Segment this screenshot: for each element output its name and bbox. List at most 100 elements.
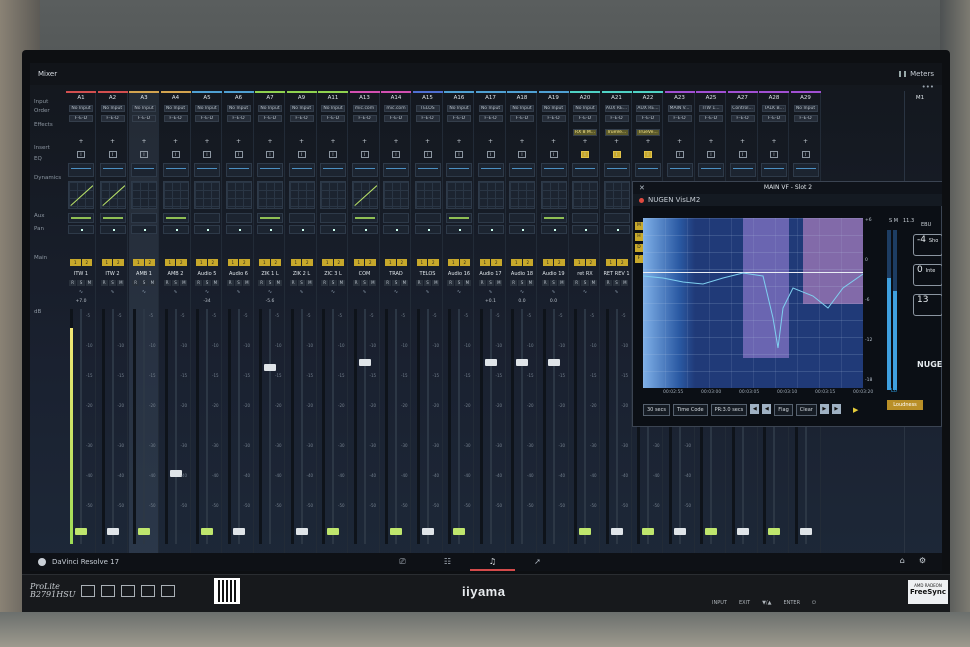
eq-thumbnail[interactable] (351, 163, 378, 177)
channel-name[interactable]: Audio 5 (192, 271, 222, 277)
mute-button[interactable]: M (432, 280, 440, 286)
range-button[interactable]: 30 secs (643, 404, 670, 416)
input-select[interactable]: No Input (132, 105, 156, 112)
eq-thumbnail[interactable] (131, 163, 157, 177)
aux-sends[interactable] (99, 213, 126, 223)
fader-handle[interactable] (421, 528, 434, 536)
eq-thumbnail[interactable] (792, 163, 819, 177)
record-button[interactable]: R (69, 280, 77, 286)
add-effect-icon[interactable]: + (391, 139, 401, 145)
input-select[interactable]: No Input (478, 105, 503, 112)
mute-button[interactable]: M (117, 280, 125, 286)
aux-sends[interactable] (509, 213, 535, 223)
fader-handle[interactable] (295, 528, 308, 536)
main-bus-button[interactable]: 2 (270, 259, 281, 266)
pan-control[interactable] (477, 225, 504, 234)
plugin-window[interactable]: MAIN VF - Slot 2 ✕ NUGEN VisLM2 M H D F … (632, 181, 942, 427)
eq-thumbnail[interactable] (698, 163, 724, 177)
eq-thumbnail[interactable] (761, 163, 787, 177)
insert-button[interactable]: I (455, 151, 463, 158)
automation-icon[interactable]: ∿ (454, 290, 464, 295)
flag-button[interactable]: Flag (774, 404, 793, 416)
main-bus-button[interactable]: 2 (554, 259, 565, 266)
add-effect-icon[interactable]: + (486, 139, 496, 145)
solo-button[interactable]: S (423, 280, 432, 286)
automation-icon[interactable]: ∿ (265, 290, 275, 295)
solo-button[interactable]: S (266, 280, 274, 286)
aux-sends[interactable] (603, 213, 630, 223)
main-bus-button[interactable]: 1 (416, 259, 427, 266)
tab-media-icon[interactable]: ⎚ (380, 553, 425, 571)
main-bus-button[interactable]: 1 (290, 259, 301, 266)
insert-button[interactable]: I (612, 151, 621, 158)
tab-fairlight-icon[interactable]: ♫ (470, 553, 515, 571)
aux-sends[interactable] (288, 213, 315, 223)
aux-sends[interactable] (540, 213, 567, 223)
order-select[interactable]: F-E-D (415, 115, 440, 122)
add-effect-icon[interactable]: + (360, 139, 370, 145)
insert-button[interactable]: I (329, 151, 337, 158)
main-bus-button[interactable]: 2 (207, 259, 218, 266)
main-bus-button[interactable]: 2 (176, 259, 187, 266)
channel-name[interactable]: Audio 17 (476, 271, 506, 277)
mute-button[interactable]: M (180, 280, 188, 286)
channel-name[interactable]: TRAD (381, 271, 411, 277)
mute-button[interactable]: M (337, 280, 345, 286)
tab-deliver-icon[interactable]: ➚ (515, 553, 560, 571)
channel-name[interactable]: ITW 1 (66, 271, 96, 277)
main-bus-button[interactable]: 1 (574, 259, 585, 266)
channel-name[interactable]: ITW 2 (98, 271, 128, 277)
eq-thumbnail[interactable] (194, 163, 220, 177)
pan-control[interactable] (288, 225, 315, 234)
eq-thumbnail[interactable] (572, 163, 598, 177)
order-select[interactable]: F-E-D (163, 115, 188, 122)
pan-control[interactable] (383, 225, 409, 234)
add-effect-icon[interactable]: + (202, 139, 212, 145)
add-effect-icon[interactable]: + (612, 139, 622, 145)
dynamics-thumbnail[interactable] (477, 181, 504, 209)
aux-sends[interactable] (320, 213, 346, 223)
aux-sends[interactable] (414, 213, 441, 223)
main-bus-button[interactable]: 2 (491, 259, 502, 266)
channel-name[interactable]: TELOS (413, 271, 443, 277)
mute-button[interactable]: M (274, 280, 282, 286)
automation-icon[interactable]: ∿ (328, 290, 338, 295)
order-select[interactable]: F-E-D (384, 115, 408, 122)
insert-button[interactable]: I (770, 151, 778, 158)
main-bus-button[interactable]: 1 (196, 259, 207, 266)
input-select[interactable]: TELOS (415, 105, 440, 112)
order-select[interactable]: F-E-D (289, 115, 314, 122)
add-effect-icon[interactable]: + (738, 139, 748, 145)
channel-name[interactable]: Audio 16 (444, 271, 474, 277)
tag-f[interactable]: F (635, 255, 643, 263)
dynamics-thumbnail[interactable] (99, 181, 126, 209)
eq-thumbnail[interactable] (225, 163, 252, 177)
main-bus-button[interactable]: 1 (227, 259, 238, 266)
mute-button[interactable]: M (526, 280, 534, 286)
order-select[interactable]: F-E-D (573, 115, 597, 122)
eq-thumbnail[interactable] (446, 163, 472, 177)
record-button[interactable]: R (447, 280, 455, 286)
dynamics-thumbnail[interactable] (509, 181, 535, 209)
fader-handle[interactable] (327, 528, 339, 536)
add-effect-icon[interactable]: + (454, 139, 464, 145)
dynamics-thumbnail[interactable] (320, 181, 346, 209)
record-button[interactable]: R (132, 280, 140, 286)
solo-button[interactable]: S (329, 280, 337, 286)
input-select[interactable]: No Input (195, 105, 219, 112)
record-button[interactable]: R (384, 280, 392, 286)
order-select[interactable]: F-E-D (730, 115, 755, 122)
automation-icon[interactable]: ∿ (171, 290, 181, 295)
fader-handle[interactable] (264, 363, 276, 371)
pr-button[interactable]: PR:3.0 secs (710, 404, 748, 416)
fader-handle[interactable] (390, 528, 402, 536)
main-bus-button[interactable]: 2 (396, 259, 407, 266)
fader-handle[interactable] (799, 528, 812, 536)
add-effect-icon[interactable]: + (139, 139, 149, 145)
add-effect-icon[interactable]: + (423, 139, 433, 145)
add-effect-icon[interactable]: + (171, 139, 181, 145)
record-button[interactable]: R (100, 280, 108, 286)
aux-sends[interactable] (131, 213, 157, 223)
order-select[interactable]: F-E-D (132, 115, 156, 122)
eq-thumbnail[interactable] (603, 163, 630, 177)
